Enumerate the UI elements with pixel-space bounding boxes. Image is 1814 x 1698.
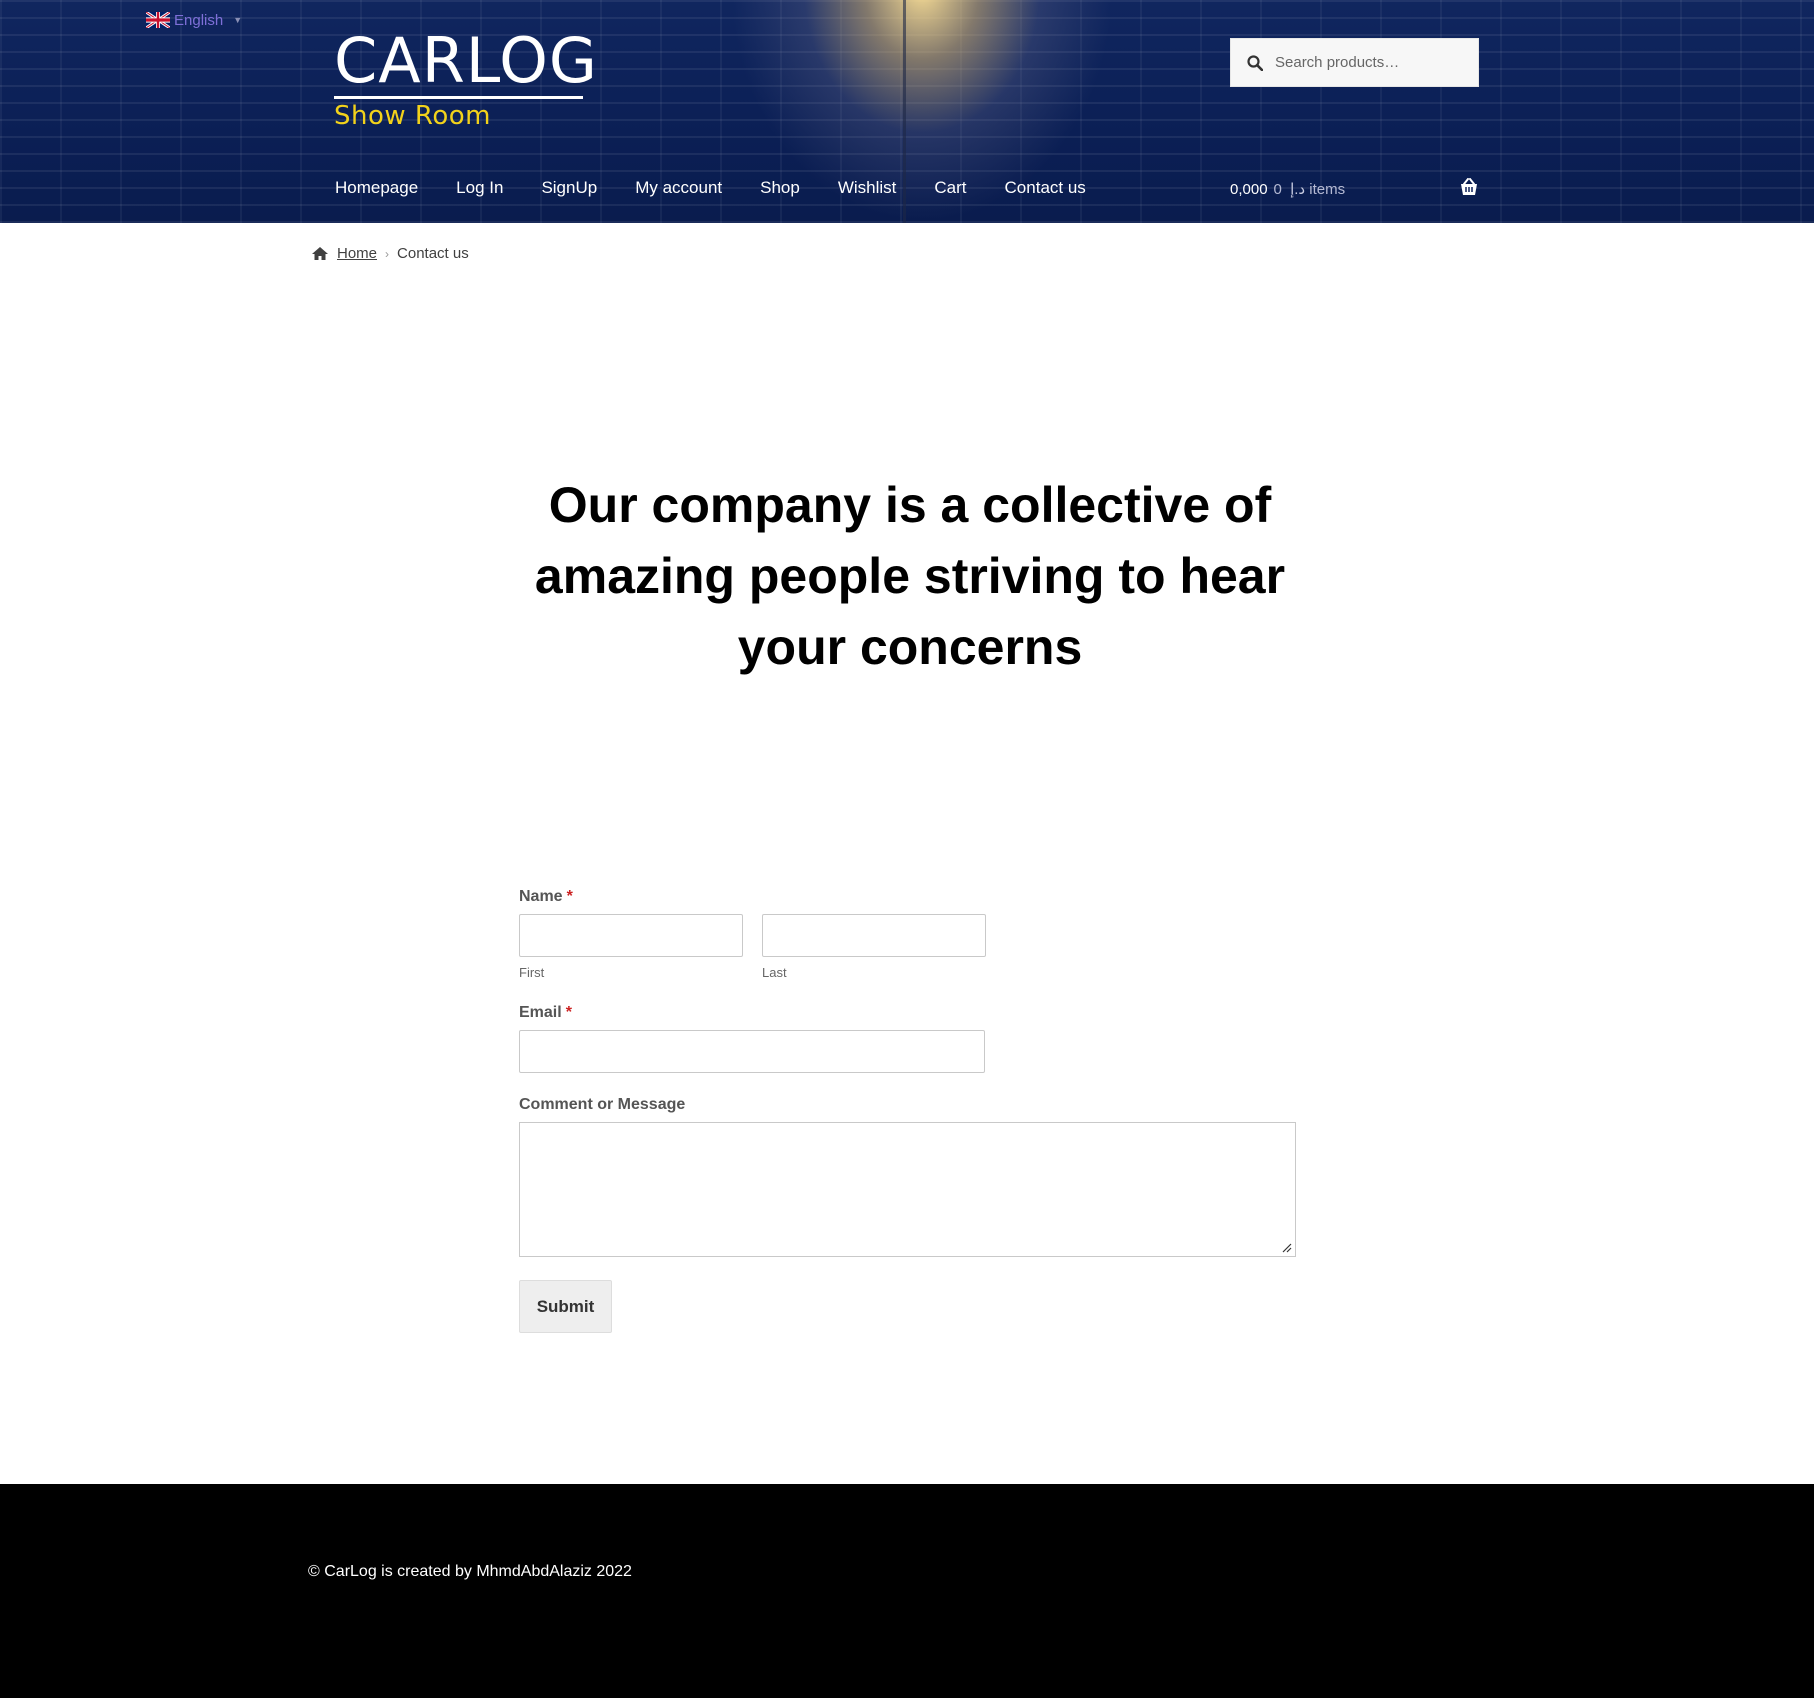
cart-total[interactable]: 0,000 <box>1230 181 1268 198</box>
primary-nav: Homepage Log In SignUp My account Shop W… <box>335 178 1124 198</box>
site-footer: © CarLog is created by MhmdAbdAlaziz 202… <box>0 1484 1814 1698</box>
first-name-input[interactable] <box>519 914 743 957</box>
basket-icon[interactable] <box>1459 178 1479 196</box>
language-switcher[interactable]: English ▼ <box>146 10 242 30</box>
message-textarea[interactable] <box>519 1122 1296 1257</box>
breadcrumb-home-link[interactable]: Home <box>337 245 377 262</box>
required-marker: * <box>565 1004 572 1021</box>
cart-summary[interactable]: 0,000 د.إ 0 items <box>1230 180 1345 198</box>
resize-handle-icon[interactable] <box>1282 1243 1292 1253</box>
breadcrumb-current: Contact us <box>397 245 469 262</box>
search-icon[interactable] <box>1247 54 1263 71</box>
email-field-label: Email * <box>519 1004 1296 1022</box>
footer-credit: © CarLog is created by MhmdAbdAlaziz 202… <box>308 1563 632 1580</box>
page-headline: Our company is a collective of amazing p… <box>534 477 1286 675</box>
email-label-text: Email <box>519 1004 562 1021</box>
nav-item-wishlist[interactable]: Wishlist <box>838 178 897 198</box>
last-name-sublabel: Last <box>762 965 787 980</box>
site-header: English ▼ CARLOG Show Room Homepage Log … <box>0 0 1814 223</box>
email-input[interactable] <box>519 1030 985 1073</box>
chevron-right-icon: › <box>385 246 390 261</box>
message-field-label: Comment or Message <box>519 1096 686 1113</box>
nav-item-cart[interactable]: Cart <box>934 178 966 198</box>
email-block: Email * <box>519 1004 1296 1073</box>
message-block: Comment or Message <box>519 1096 1296 1257</box>
home-icon[interactable] <box>311 246 329 261</box>
required-marker: * <box>566 888 573 905</box>
uk-flag-icon <box>146 12 170 28</box>
cart-items-label[interactable]: items <box>1309 181 1345 198</box>
nav-item-shop[interactable]: Shop <box>760 178 800 198</box>
nav-item-signup[interactable]: SignUp <box>541 178 597 198</box>
cart-currency[interactable]: د.إ <box>1290 181 1305 198</box>
product-search[interactable] <box>1230 38 1479 87</box>
site-logo[interactable]: CARLOG Show Room <box>334 30 598 131</box>
breadcrumb: Home › Contact us <box>311 245 469 262</box>
first-name-sublabel: First <box>519 965 545 980</box>
cart-item-count[interactable]: 0 <box>1274 181 1282 198</box>
logo-title[interactable]: CARLOG <box>334 30 598 92</box>
nav-item-log-in[interactable]: Log In <box>456 178 503 198</box>
search-input[interactable] <box>1273 53 1477 72</box>
contact-form: Name * First Last Email * Comment or Messa… <box>519 888 1296 1333</box>
name-field-label: Name * <box>519 888 1296 906</box>
last-name-input[interactable] <box>762 914 986 957</box>
nav-item-contact-us[interactable]: Contact us <box>1005 178 1086 198</box>
nav-item-my-account[interactable]: My account <box>635 178 722 198</box>
logo-subtitle[interactable]: Show Room <box>334 101 598 131</box>
chevron-down-icon[interactable]: ▼ <box>233 15 242 25</box>
name-label-text: Name <box>519 888 563 905</box>
submit-button[interactable]: Submit <box>519 1280 612 1333</box>
name-row: First Last <box>519 914 1296 980</box>
language-label[interactable]: English <box>174 12 223 29</box>
nav-item-homepage[interactable]: Homepage <box>335 178 418 198</box>
